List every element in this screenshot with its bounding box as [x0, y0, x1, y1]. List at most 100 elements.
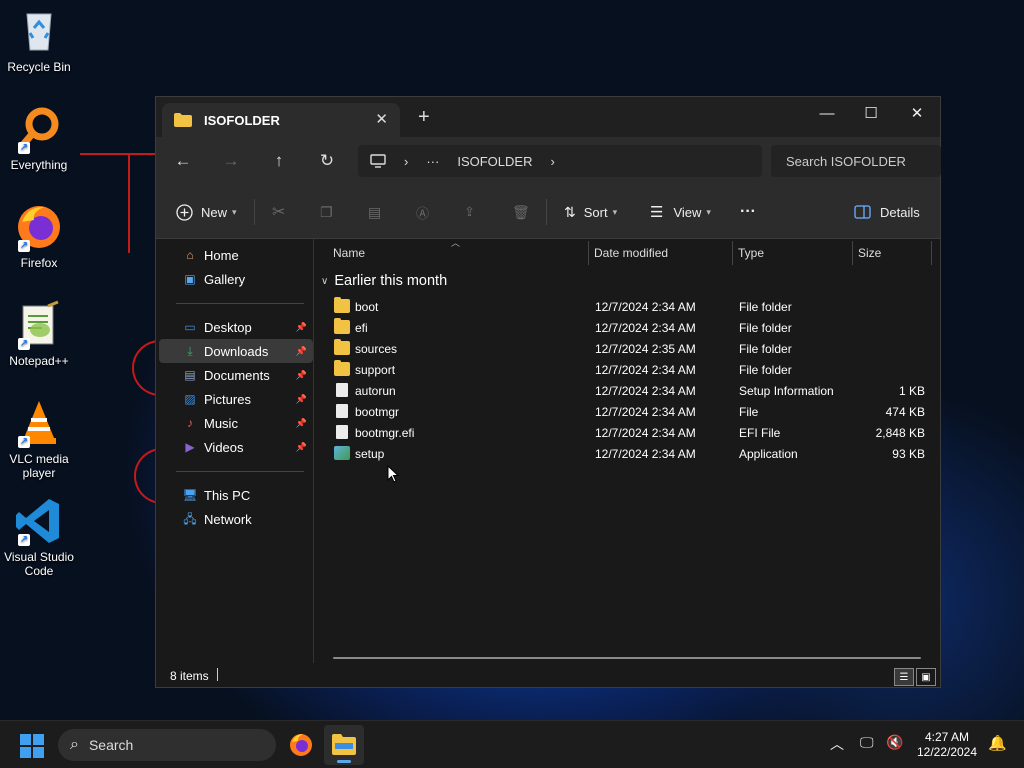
active-indicator [337, 760, 351, 763]
group-header[interactable]: ∨ Earlier this month [321, 273, 447, 289]
refresh-button[interactable]: ↻ [315, 149, 339, 173]
view-label: View [673, 204, 702, 220]
address-bar[interactable]: › ··· ISOFOLDER › [358, 145, 762, 177]
copy-button[interactable]: ❐ [320, 199, 333, 225]
shortcut-arrow-icon: ↗ [18, 534, 30, 546]
breadcrumb-overflow[interactable]: ··· [426, 154, 439, 169]
notepad-plus-plus-icon: ↗ [14, 300, 64, 350]
title-bar[interactable]: ISOFOLDER ✕ + — ☐ ✕ [156, 97, 940, 137]
details-view-button[interactable]: ☰ [894, 668, 914, 686]
notification-bell-icon[interactable]: 🔔 [988, 734, 1007, 752]
cut-button[interactable]: ✂ [272, 199, 285, 225]
column-separator[interactable] [931, 241, 932, 265]
taskbar-firefox[interactable] [288, 732, 314, 758]
up-button[interactable]: ↑ [267, 149, 291, 173]
rename-button[interactable]: Ⓐ [416, 199, 429, 225]
list-item[interactable]: bootmgr.efi 12/7/2024 2:34 AM EFI File 2… [315, 423, 941, 444]
more-options-button[interactable]: ··· [740, 199, 756, 225]
column-separator[interactable] [588, 241, 589, 265]
desktop-icon-notepadpp[interactable]: ↗ Notepad++ [0, 300, 78, 368]
new-tab-button[interactable]: + [418, 106, 430, 129]
system-clock[interactable]: 4:27 AM 12/22/2024 [912, 730, 982, 760]
desktop-icon-everything[interactable]: ↗ Everything [0, 104, 78, 172]
back-button[interactable]: ← [171, 149, 195, 173]
details-pane-button[interactable]: Details [854, 199, 920, 225]
file-size: 474 KB [885, 405, 925, 419]
forward-button[interactable]: → [219, 149, 243, 173]
chevron-right-icon[interactable]: › [550, 154, 554, 169]
divider [176, 303, 304, 304]
nav-item-documents[interactable]: ▤ Documents 📌 [159, 363, 313, 387]
file-name: setup [355, 447, 385, 461]
details-pane-icon [854, 205, 871, 219]
desktop-icon-vscode[interactable]: ↗ Visual Studio Code [0, 496, 78, 578]
desktop-icon-vlc[interactable]: ↗ VLC media player [0, 398, 78, 480]
list-item[interactable]: support 12/7/2024 2:34 AM File folder [315, 360, 941, 381]
search-input[interactable]: Search ISOFOLDER [771, 145, 941, 177]
search-icon: ⌕ [70, 736, 79, 753]
nav-item-home[interactable]: ⌂ Home [159, 243, 313, 267]
desktop-icon-recycle-bin[interactable]: Recycle Bin [0, 6, 78, 74]
address-row: ← → ↑ ↻ › ··· ISOFOLDER › Search ISOFOLD… [156, 137, 941, 185]
nav-item-desktop[interactable]: ▭ Desktop 📌 [159, 315, 313, 339]
nav-label: Music [204, 415, 238, 431]
close-button[interactable]: ✕ [894, 97, 940, 129]
divider [176, 471, 304, 472]
share-button[interactable]: ⇪ [464, 199, 475, 225]
sort-button[interactable]: ⇅ Sort ▾ [564, 199, 617, 225]
new-button[interactable]: New ▾ [176, 199, 237, 225]
nav-item-network[interactable]: 🖧 Network [159, 507, 313, 531]
list-item[interactable]: autorun 12/7/2024 2:34 AM Setup Informat… [315, 381, 941, 402]
list-item[interactable]: setup 12/7/2024 2:34 AM Application 93 K… [315, 444, 941, 465]
column-separator[interactable] [852, 241, 853, 265]
maximize-button[interactable]: ☐ [848, 97, 894, 129]
list-item[interactable]: bootmgr 12/7/2024 2:34 AM File 474 KB [315, 402, 941, 423]
nav-label: Downloads [204, 343, 269, 359]
list-item[interactable]: boot 12/7/2024 2:34 AM File folder [315, 297, 941, 318]
desktop-icon-firefox[interactable]: ↗ Firefox [0, 202, 78, 270]
nav-item-music[interactable]: ♪ Music 📌 [159, 411, 313, 435]
nav-item-gallery[interactable]: ▣ Gallery [159, 267, 313, 291]
paste-button[interactable]: ▤ [368, 199, 381, 225]
network-status-icon[interactable]: 🖵 [860, 734, 874, 751]
folder-icon [334, 297, 350, 313]
column-header-date[interactable]: Date modified [594, 239, 668, 267]
details-label: Details [880, 204, 920, 220]
volume-muted-icon[interactable]: 🔇 [886, 734, 903, 751]
start-button[interactable] [20, 734, 44, 758]
view-button[interactable]: ☰ View ▾ [650, 199, 711, 225]
list-item[interactable]: efi 12/7/2024 2:34 AM File folder [315, 318, 941, 339]
taskbar-search[interactable]: ⌕ Search [58, 729, 276, 761]
sort-icon: ⇅ [564, 203, 576, 220]
column-header-size[interactable]: Size [858, 239, 881, 267]
file-date: 12/7/2024 2:34 AM [595, 363, 696, 377]
nav-label: Pictures [204, 391, 251, 407]
taskbar-file-explorer[interactable] [324, 725, 364, 765]
nav-label: Gallery [204, 271, 246, 287]
nav-item-downloads[interactable]: ⤓ Downloads 📌 [159, 339, 313, 363]
windows-logo-icon [20, 734, 44, 758]
nav-item-videos[interactable]: ▶ Videos 📌 [159, 435, 313, 459]
chevron-up-icon[interactable]: ︿ [830, 734, 844, 754]
delete-button[interactable]: 🗑 [512, 199, 530, 225]
horizontal-scrollbar[interactable] [333, 657, 921, 659]
tiles-view-button[interactable]: ▣ [916, 668, 936, 686]
pin-icon: 📌 [295, 345, 307, 356]
nav-item-this-pc[interactable]: 🖥 This PC [159, 483, 313, 507]
column-separator[interactable] [732, 241, 733, 265]
list-item[interactable]: sources 12/7/2024 2:35 AM File folder [315, 339, 941, 360]
nav-label: Documents [204, 367, 270, 383]
pin-icon: 📌 [295, 393, 307, 404]
shortcut-arrow-icon: ↗ [18, 240, 30, 252]
nav-item-pictures[interactable]: ▨ Pictures 📌 [159, 387, 313, 411]
column-header-type[interactable]: Type [738, 239, 764, 267]
close-tab-icon[interactable]: ✕ [375, 110, 388, 128]
chevron-down-icon: ▾ [232, 206, 237, 217]
chevron-down-icon: ∨ [321, 275, 329, 287]
breadcrumb-isofolder[interactable]: ISOFOLDER [457, 154, 532, 169]
column-header-name[interactable]: Name [333, 239, 365, 267]
shortcut-arrow-icon: ↗ [18, 142, 30, 154]
tab-isofolder[interactable]: ISOFOLDER ✕ [162, 103, 400, 137]
vscode-icon: ↗ [14, 496, 64, 546]
minimize-button[interactable]: — [804, 97, 850, 129]
